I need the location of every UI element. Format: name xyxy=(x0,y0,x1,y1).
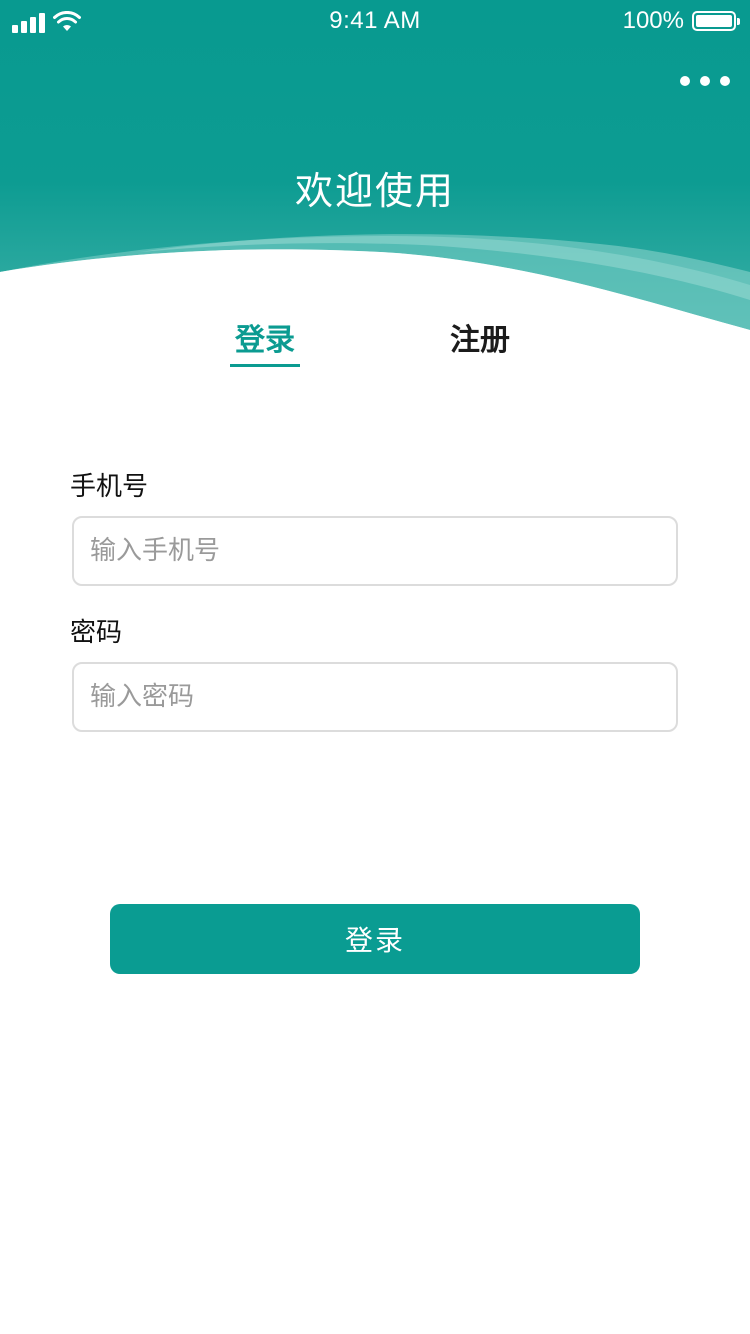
status-right: 100% xyxy=(622,7,740,35)
login-button[interactable]: 登录 xyxy=(110,904,640,974)
auth-tabs: 登录 注册 xyxy=(0,315,750,375)
phone-label: 手机号 xyxy=(70,472,149,502)
battery-fill xyxy=(696,15,732,27)
header: 9:41 AM 100% 欢迎使用 xyxy=(0,0,750,340)
page-title: 欢迎使用 xyxy=(294,169,455,213)
status-bar: 9:41 AM 100% xyxy=(0,0,750,42)
battery-percent: 100% xyxy=(622,7,684,34)
battery-icon xyxy=(692,11,740,31)
active-tab-indicator xyxy=(230,364,300,367)
password-input[interactable] xyxy=(72,662,678,732)
tab-register[interactable]: 注册 xyxy=(410,315,550,359)
login-screen: 9:41 AM 100% 欢迎使用 登录 注册 手机号 密码 登录 xyxy=(0,0,750,1334)
password-label: 密码 xyxy=(70,618,123,648)
phone-input[interactable] xyxy=(72,516,678,586)
more-horizontal-icon[interactable] xyxy=(680,76,730,86)
tab-login[interactable]: 登录 xyxy=(195,315,335,359)
